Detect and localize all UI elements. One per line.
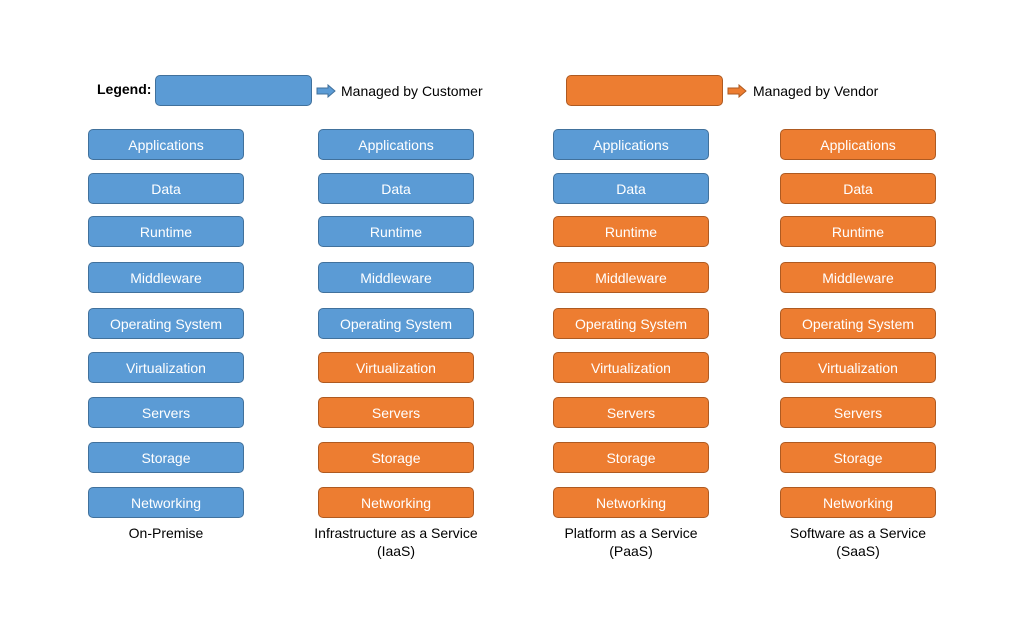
layer-data: Data bbox=[780, 173, 936, 204]
column-caption: On-Premise bbox=[56, 524, 276, 542]
column-subtitle: (PaaS) bbox=[609, 543, 653, 559]
layer-operating-system: Operating System bbox=[318, 308, 474, 339]
layer-networking: Networking bbox=[780, 487, 936, 518]
layer-servers: Servers bbox=[88, 397, 244, 428]
layer-operating-system: Operating System bbox=[553, 308, 709, 339]
layer-applications: Applications bbox=[318, 129, 474, 160]
arrow-right-icon bbox=[727, 84, 747, 98]
layer-middleware: Middleware bbox=[553, 262, 709, 293]
layer-virtualization: Virtualization bbox=[88, 352, 244, 383]
column-title: Platform as a Service bbox=[564, 525, 698, 541]
legend-text-customer: Managed by Customer bbox=[341, 83, 483, 99]
layer-networking: Networking bbox=[88, 487, 244, 518]
layer-virtualization: Virtualization bbox=[318, 352, 474, 383]
layer-storage: Storage bbox=[780, 442, 936, 473]
layer-applications: Applications bbox=[88, 129, 244, 160]
layer-servers: Servers bbox=[553, 397, 709, 428]
layer-networking: Networking bbox=[318, 487, 474, 518]
column-title: Software as a Service bbox=[789, 525, 927, 541]
layer-storage: Storage bbox=[553, 442, 709, 473]
legend-swatch-customer bbox=[155, 75, 312, 106]
layer-runtime: Runtime bbox=[553, 216, 709, 247]
layer-virtualization: Virtualization bbox=[553, 352, 709, 383]
layer-data: Data bbox=[318, 173, 474, 204]
layer-servers: Servers bbox=[780, 397, 936, 428]
layer-runtime: Runtime bbox=[780, 216, 936, 247]
column-caption: Infrastructure as a Service (IaaS) bbox=[286, 524, 506, 560]
layer-applications: Applications bbox=[553, 129, 709, 160]
layer-operating-system: Operating System bbox=[88, 308, 244, 339]
column-subtitle: (SaaS) bbox=[836, 543, 880, 559]
legend-text-vendor: Managed by Vendor bbox=[753, 83, 879, 99]
layer-runtime: Runtime bbox=[318, 216, 474, 247]
layer-operating-system: Operating System bbox=[780, 308, 936, 339]
layer-middleware: Middleware bbox=[88, 262, 244, 293]
column-caption: Platform as a Service (PaaS) bbox=[521, 524, 741, 560]
layer-runtime: Runtime bbox=[88, 216, 244, 247]
column-subtitle: (IaaS) bbox=[376, 543, 416, 559]
layer-servers: Servers bbox=[318, 397, 474, 428]
layer-storage: Storage bbox=[318, 442, 474, 473]
layer-middleware: Middleware bbox=[318, 262, 474, 293]
layer-data: Data bbox=[88, 173, 244, 204]
layer-middleware: Middleware bbox=[780, 262, 936, 293]
layer-storage: Storage bbox=[88, 442, 244, 473]
layer-networking: Networking bbox=[553, 487, 709, 518]
layer-virtualization: Virtualization bbox=[780, 352, 936, 383]
layer-applications: Applications bbox=[780, 129, 936, 160]
legend-label: Legend: bbox=[97, 81, 152, 97]
column-title: On-Premise bbox=[128, 525, 204, 541]
column-caption: Software as a Service (SaaS) bbox=[748, 524, 968, 560]
arrow-right-icon bbox=[316, 84, 336, 98]
layer-data: Data bbox=[553, 173, 709, 204]
column-title: Infrastructure as a Service bbox=[314, 525, 478, 541]
legend-swatch-vendor bbox=[566, 75, 723, 106]
